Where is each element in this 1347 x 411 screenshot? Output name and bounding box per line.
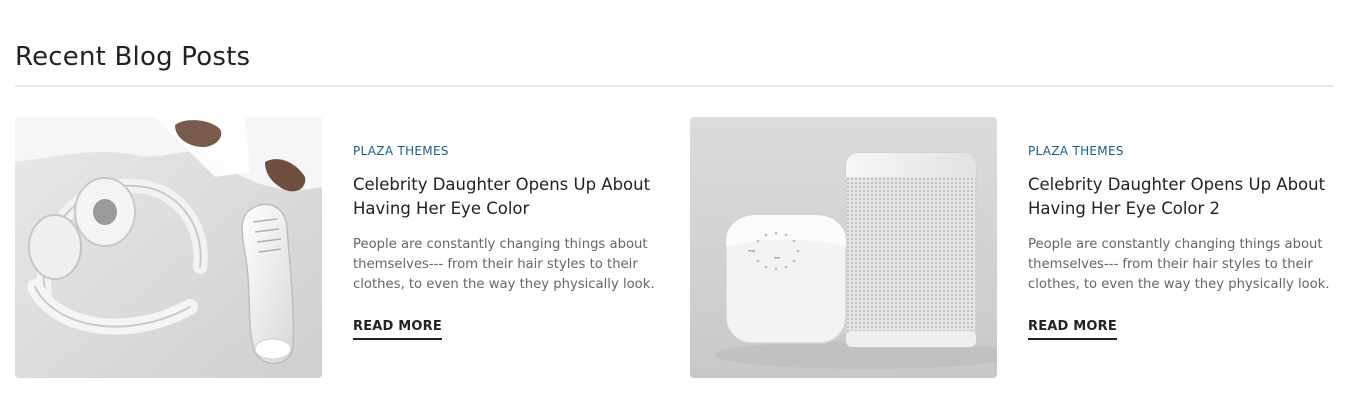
post-meta: PLAZA THEMES Celebrity Daughter Opens Up… [353,143,675,340]
headphones-shoes-image [15,117,322,378]
post-title-link[interactable]: Celebrity Daughter Opens Up About Having… [353,173,675,221]
post-category-link[interactable]: PLAZA THEMES [1028,143,1347,159]
post-excerpt: People are constantly changing things ab… [1028,237,1330,292]
post-meta: PLAZA THEMES Celebrity Daughter Opens Up… [1028,143,1347,340]
post-category-link[interactable]: PLAZA THEMES [353,143,675,159]
post-thumbnail-link[interactable] [15,117,322,378]
read-more-link[interactable]: READ MORE [1028,319,1117,340]
post-title-link[interactable]: Celebrity Daughter Opens Up About Having… [1028,173,1347,221]
post-excerpt: People are constantly changing things ab… [353,237,655,292]
recent-blog-posts-section: Recent Blog Posts PLAZA THEMES Celebrity… [0,0,1347,411]
read-more-link[interactable]: READ MORE [353,319,442,340]
blog-post-card: PLAZA THEMES Celebrity Daughter Opens Up… [690,117,1347,378]
post-thumbnail-link[interactable] [690,117,997,378]
smart-speakers-image [690,117,997,378]
blog-post-card: PLAZA THEMES Celebrity Daughter Opens Up… [15,117,675,378]
section-divider [15,85,1334,87]
section-title: Recent Blog Posts [15,42,251,72]
